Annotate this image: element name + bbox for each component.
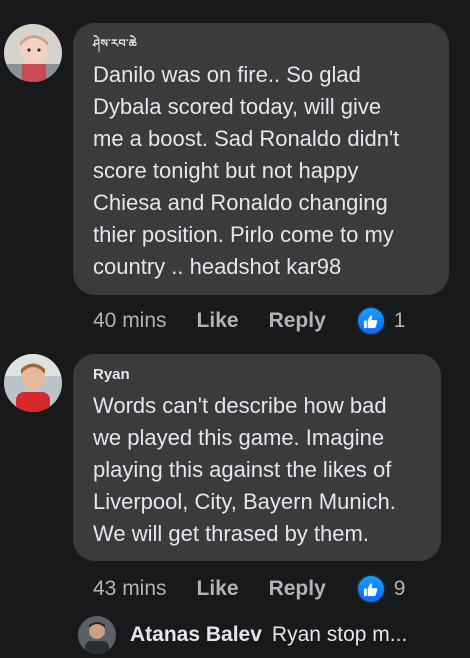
reply-preview[interactable]: Atanas Balev Ryan stop m... [78,612,407,658]
reply-button[interactable]: Reply [269,577,326,601]
comment-bubble: Ryan Words can't describe how bad we pla… [73,354,441,561]
comment-bubble: ཤེས་རབ་ཆེ Danilo was on fire.. So glad D… [73,23,449,295]
comment-text: Words can't describe how bad we played t… [93,393,396,546]
avatar[interactable] [4,24,62,82]
comment-timestamp[interactable]: 40 mins [93,309,167,333]
comment-actions: 40 mins Like Reply 1 [93,306,405,336]
avatar[interactable] [4,354,62,412]
comment-author[interactable]: Ryan [93,366,421,384]
child-photo-icon [4,24,62,82]
reply-button[interactable]: Reply [269,309,326,333]
comment-timestamp[interactable]: 43 mins [93,577,167,601]
person-photo-icon [4,354,62,412]
comment-author[interactable]: ཤེས་རབ་ཆེ [93,35,429,53]
like-button[interactable]: Like [197,309,239,333]
reaction-count[interactable]: 9 [394,577,406,601]
avatar[interactable] [78,616,116,654]
comment-actions: 43 mins Like Reply 9 [93,574,405,604]
comment-text: Danilo was on fire.. So glad Dybala scor… [93,62,400,279]
person-photo-icon [78,616,116,654]
reaction-count[interactable]: 1 [394,309,406,333]
like-button[interactable]: Like [197,577,239,601]
thumbs-up-icon[interactable] [355,306,386,336]
thumbs-up-icon[interactable] [355,574,386,604]
reply-text: Ryan stop m... [271,623,408,646]
reply-author[interactable]: Atanas Balev [130,623,262,647]
